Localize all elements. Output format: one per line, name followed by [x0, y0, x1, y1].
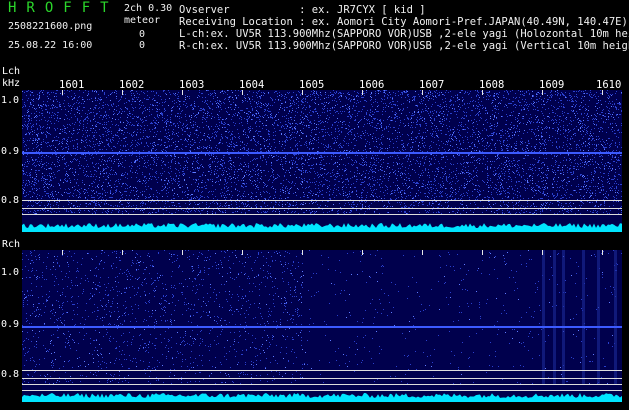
boundary-line	[22, 214, 622, 215]
location-line: Receiving Location : ex. Aomori City Aom…	[179, 16, 628, 28]
signal-trace	[22, 393, 622, 402]
time-label-1601: 1601	[59, 79, 85, 91]
lch-panel-plot	[22, 90, 622, 232]
time-label-1609: 1609	[539, 79, 565, 91]
minute-tick	[482, 250, 483, 255]
minute-tick	[542, 90, 543, 95]
rch-freq-label-0-8: 0.8	[1, 369, 20, 380]
minute-tick	[602, 250, 603, 255]
lch-freq-label-1-0: 1.0	[1, 95, 20, 106]
rch-spectrogram	[22, 250, 622, 402]
minute-tick	[242, 250, 243, 255]
minute-tick	[122, 90, 123, 95]
time-label-1606: 1606	[359, 79, 385, 91]
signal-trace	[22, 223, 622, 232]
time-label-1607: 1607	[419, 79, 445, 91]
minute-tick	[62, 90, 63, 95]
app-title: HROFFT	[8, 0, 119, 16]
boundary-line	[22, 390, 622, 391]
minute-tick	[482, 90, 483, 95]
carrier-line	[22, 152, 622, 154]
minute-tick	[542, 250, 543, 255]
boundary-line	[22, 370, 622, 371]
interference-stripe	[553, 250, 556, 384]
meteor-label: meteor	[124, 15, 161, 26]
time-label-1605: 1605	[299, 79, 325, 91]
boundary-line	[22, 200, 622, 201]
time-label-1608: 1608	[479, 79, 505, 91]
r-meteor-count: 0	[139, 40, 146, 51]
lch-spectrogram	[22, 90, 622, 232]
rch-freq-label-1-0: 1.0	[1, 267, 20, 278]
time-label-1602: 1602	[119, 79, 145, 91]
mode-label: 2ch 0.30	[124, 3, 173, 14]
interference-stripe	[614, 250, 617, 384]
minute-tick	[422, 90, 423, 95]
interference-stripe	[542, 250, 545, 384]
lch-freq-label-0-9: 0.9	[1, 146, 20, 157]
minute-tick	[362, 90, 363, 95]
rch-freq-label-0-9: 0.9	[1, 319, 20, 330]
boundary-line	[22, 208, 622, 209]
minute-tick	[182, 250, 183, 255]
minute-tick	[362, 250, 363, 255]
minute-tick	[182, 90, 183, 95]
minute-tick	[302, 90, 303, 95]
minute-tick	[422, 250, 423, 255]
noise-dots	[22, 250, 622, 384]
boundary-line	[22, 384, 622, 385]
lch-unit-label: kHz	[2, 78, 21, 89]
rch-panel-plot	[22, 250, 622, 402]
interference-stripe	[582, 250, 585, 384]
image-datetime: 25.08.22 16:00	[8, 40, 93, 51]
interference-stripe	[562, 250, 565, 384]
image-filename: 2508221600.png	[8, 21, 93, 32]
time-label-1604: 1604	[239, 79, 265, 91]
rch-setup-line: R-ch:ex. UV5R 113.900Mhz(SAPPORO VOR)USB…	[179, 40, 629, 52]
carrier-line	[22, 326, 622, 328]
minute-tick	[242, 90, 243, 95]
lch-channel-label: Lch	[2, 66, 21, 77]
boundary-line	[22, 378, 622, 379]
lch-setup-line: L-ch:ex. UV5R 113.900Mhz(SAPPORO VOR)USB…	[179, 28, 629, 40]
time-label-1603: 1603	[179, 79, 205, 91]
minute-tick	[602, 90, 603, 95]
lch-freq-label-0-8: 0.8	[1, 195, 20, 206]
noise-dots-bright	[22, 250, 613, 384]
l-meteor-count: 0	[139, 29, 146, 40]
time-label-1610: 1610	[596, 79, 622, 91]
minute-tick	[302, 250, 303, 255]
observer-line: Ovserver : ex. JR7CYX [ kid ]	[179, 4, 426, 16]
interference-stripe	[597, 250, 600, 384]
minute-tick	[62, 250, 63, 255]
rch-channel-label: Rch	[2, 239, 21, 250]
minute-tick	[122, 250, 123, 255]
